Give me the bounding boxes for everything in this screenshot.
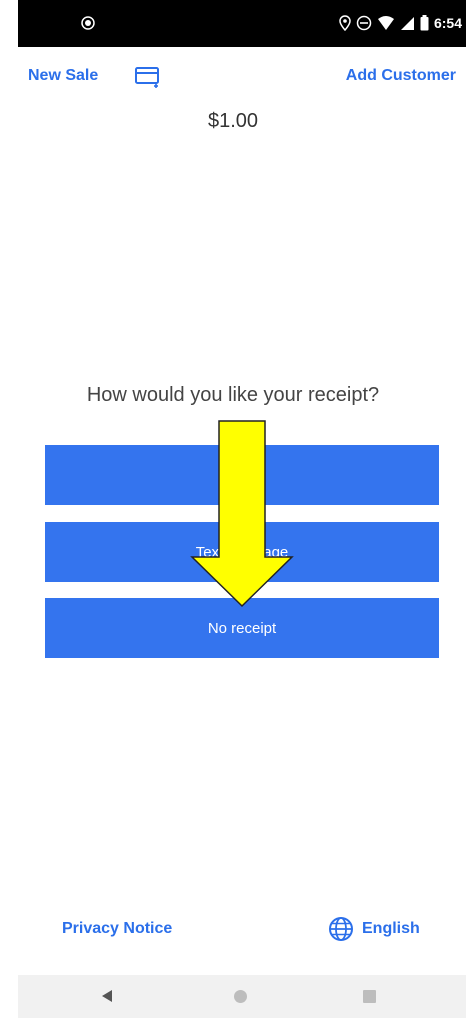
no-receipt-button[interactable]: No receipt (45, 598, 439, 658)
record-icon (81, 16, 95, 30)
add-customer-link[interactable]: Add Customer (346, 67, 456, 85)
text-message-label: Text message (195, 543, 289, 561)
signal-icon (400, 16, 414, 30)
screen: 6:54 New Sale Add Customer $1.00 How wou… (0, 0, 466, 1018)
text-message-button[interactable]: Text message (45, 522, 439, 582)
do-not-disturb-icon (356, 15, 372, 31)
sale-total: $1.00 (207, 110, 259, 132)
wifi-icon (377, 16, 394, 30)
navigation-bar (18, 975, 466, 1018)
globe-icon (329, 917, 353, 941)
new-sale-link[interactable]: New Sale (28, 67, 98, 85)
recent-apps-icon[interactable] (363, 990, 376, 1003)
email-receipt-button[interactable] (45, 445, 439, 505)
battery-icon (420, 15, 429, 31)
card-add-icon[interactable] (134, 65, 162, 89)
back-icon[interactable] (100, 989, 114, 1003)
status-bar: 6:54 (18, 0, 466, 47)
no-receipt-label: No receipt (207, 619, 277, 637)
privacy-notice-link[interactable]: Privacy Notice (62, 920, 172, 938)
receipt-question: How would you like your receipt? (86, 384, 380, 406)
home-icon[interactable] (234, 990, 247, 1003)
status-icons: 6:54 (339, 12, 462, 34)
language-label: English (362, 920, 420, 937)
status-time: 6:54 (433, 15, 462, 31)
location-icon (339, 15, 351, 31)
language-selector[interactable]: English (328, 916, 420, 942)
